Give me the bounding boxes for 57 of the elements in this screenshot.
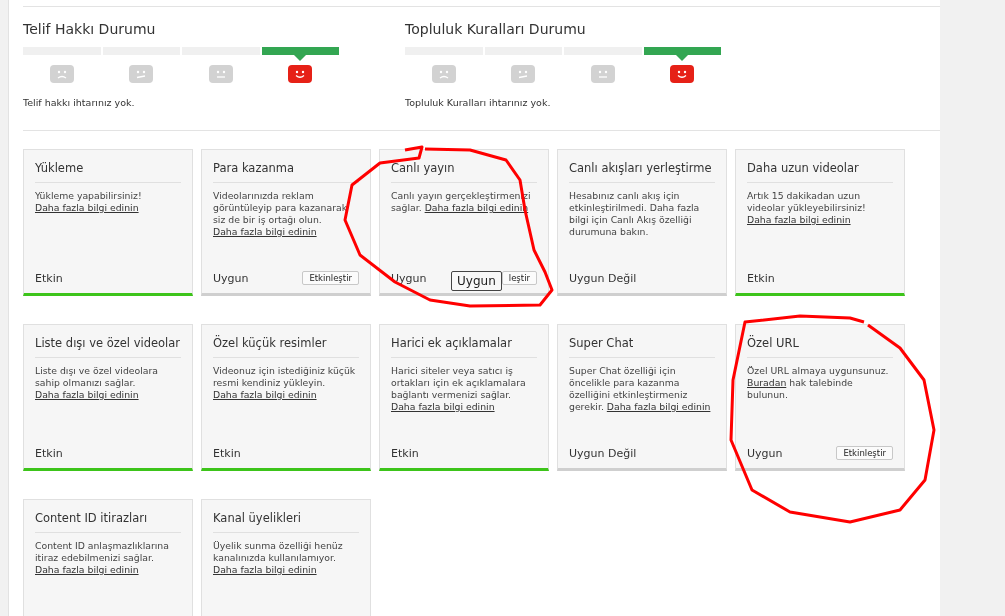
feature-status: Uygun xyxy=(213,271,249,285)
enable-button[interactable]: Etkinleştir xyxy=(302,271,359,285)
enable-button[interactable]: leştir xyxy=(501,271,537,285)
smiley-icon xyxy=(288,65,313,83)
feature-status: Etkin xyxy=(213,446,241,460)
feature-status: Etkin xyxy=(391,446,419,460)
learn-more-link[interactable]: Daha fazla bilgi edinin xyxy=(35,202,139,213)
feature-status: Etkin xyxy=(35,271,63,285)
status-title: Telif Hakkı Durumu xyxy=(23,21,157,37)
learn-more-link[interactable]: Daha fazla bilgi edinin xyxy=(213,389,317,400)
annotation-label: Uygun xyxy=(451,271,502,291)
learn-more-link[interactable]: Daha fazla bilgi edinin xyxy=(35,564,139,575)
feature-status: Etkin xyxy=(747,271,775,285)
feature-description: Artık 15 dakikadan uzun videolar yükleyebilirsiniz! Daha fazla bilgi edinin xyxy=(747,190,867,226)
learn-more-link[interactable]: Daha fazla bilgi edinin xyxy=(35,389,139,400)
feature-description: Super Chat özelliği için öncelikle para kazanma özelliğini etkinleştirmeniz gerekir. Daha fazla bilgi edinin xyxy=(569,365,712,413)
learn-more-link[interactable]: Daha fazla bilgi edinin xyxy=(213,226,317,237)
feature-description: Harici siteler veya satıcı iş ortakları için ek açıklamalara bağlantı vermenizi sağlar. Daha fazla bilgi edinin xyxy=(391,365,527,413)
sad-face-icon xyxy=(431,65,456,83)
feature-title: Yükleme xyxy=(35,161,181,183)
neutral-face-icon xyxy=(208,65,233,83)
status-message: Topluluk Kuralları ihtarınız yok. xyxy=(405,97,552,108)
feature-title: Özel URL xyxy=(747,336,893,358)
feature-description: Liste dışı ve özel videolara sahip olmanızı sağlar. Daha fazla bilgi edinin xyxy=(35,365,159,401)
feature-title: Özel küçük resimler xyxy=(213,336,359,358)
neutral-face-icon xyxy=(590,65,615,83)
feature-description: Videonuz için istediğiniz küçük resmi kendiniz yükleyin. Daha fazla bilgi edinin xyxy=(213,365,357,401)
learn-more-link[interactable]: Buradan xyxy=(747,377,787,388)
feature-title: Para kazanma xyxy=(213,161,359,183)
feature-title: Super Chat xyxy=(569,336,715,358)
feature-title: Canlı yayın xyxy=(391,161,537,183)
enable-button[interactable]: Etkinleştir xyxy=(836,446,893,460)
learn-more-link[interactable]: Daha fazla bilgi edinin xyxy=(391,401,495,412)
feature-title: Daha uzun videolar xyxy=(747,161,893,183)
feature-status: Uygun Değil xyxy=(569,271,637,285)
sad-face-icon xyxy=(49,65,74,83)
feature-title: Canlı akışları yerleştirme xyxy=(569,161,715,183)
feature-description: Yükleme yapabilirsiniz! Daha fazla bilgi edinin xyxy=(35,190,143,214)
feature-status: Uygun xyxy=(747,446,783,460)
neutral-face-icon xyxy=(511,65,536,83)
feature-title: Kanal üyelikleri xyxy=(213,511,359,533)
feature-title: Liste dışı ve özel videolar xyxy=(35,336,181,358)
smiley-icon xyxy=(670,65,695,83)
learn-more-link[interactable]: Daha fazla bilgi edinin xyxy=(213,564,317,575)
learn-more-link[interactable]: Daha fazla bilgi edinin xyxy=(747,214,851,225)
feature-title: Harici ek açıklamalar xyxy=(391,336,537,358)
feature-status: Etkin xyxy=(35,446,63,460)
neutral-face-icon xyxy=(129,65,154,83)
feature-status: Uygun Değil xyxy=(569,446,637,460)
status-title: Topluluk Kuralları Durumu xyxy=(405,21,587,37)
feature-description: Hesabınız canlı akış için etkinleştirilmedi. Daha fazla bilgi için Canlı Akış özelliği durumuna bakın. xyxy=(569,190,701,238)
feature-description: Üyelik sunma özelliği henüz kanalınızda kullanılamıyor. Daha fazla bilgi edinin xyxy=(213,540,344,576)
learn-more-link[interactable]: Daha fazla bilgi edinin xyxy=(606,401,711,412)
feature-title: Content ID itirazları xyxy=(35,511,181,533)
feature-description: Özel URL almaya uygunsunuz. Buradan hak talebinde bulunun. xyxy=(747,365,890,401)
status-message: Telif hakkı ihtarınız yok. xyxy=(23,97,136,108)
feature-description: Content ID anlaşmazlıklarına itiraz edebilmenizi sağlar. Daha fazla bilgi edinin xyxy=(35,540,170,576)
